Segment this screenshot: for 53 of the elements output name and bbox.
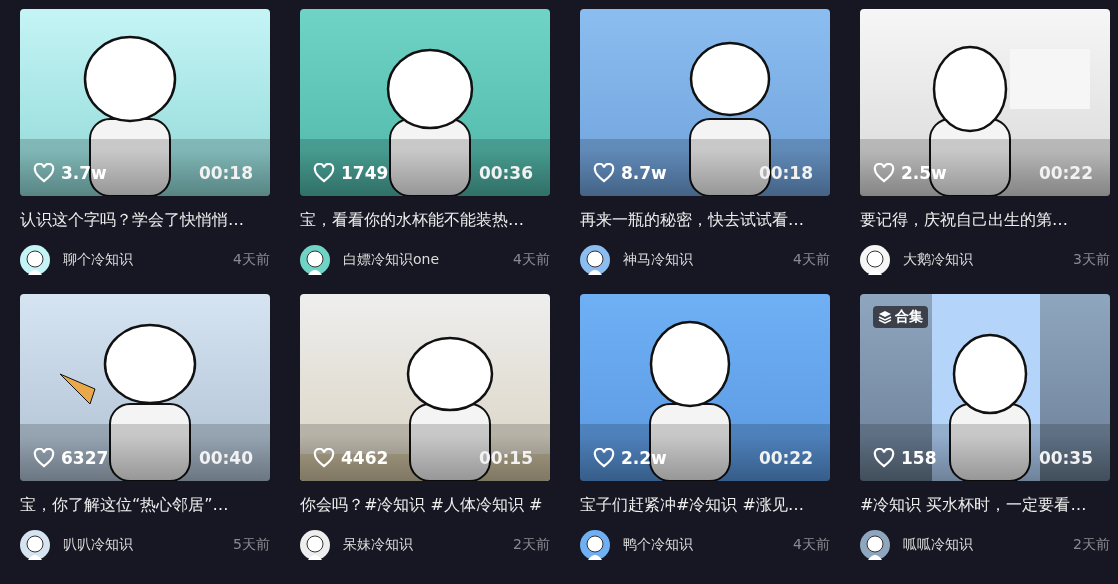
video-duration: 00:35 [1038, 448, 1093, 468]
heart-icon[interactable] [873, 163, 895, 183]
avatar[interactable] [20, 245, 50, 275]
avatar[interactable] [300, 245, 330, 275]
video-duration: 00:40 [198, 448, 253, 468]
post-time: 3天前 [1073, 251, 1110, 269]
heart-icon[interactable] [593, 163, 615, 183]
heart-icon[interactable] [313, 163, 335, 183]
heart-icon[interactable] [313, 448, 335, 468]
heart-icon[interactable] [593, 448, 615, 468]
post-time: 2天前 [1073, 536, 1110, 554]
author-name[interactable]: 呆妹冷知识 [343, 536, 514, 554]
layers-icon [878, 310, 892, 324]
avatar[interactable] [860, 245, 890, 275]
author-name[interactable]: 白嫖冷知识one [343, 251, 514, 269]
like-count: 1749 [341, 163, 389, 183]
avatar[interactable] [580, 530, 610, 560]
video-title[interactable]: 认识这个字吗？学会了快悄悄… [20, 209, 270, 231]
video-duration: 00:22 [1038, 163, 1093, 183]
post-time: 4天前 [233, 251, 270, 269]
author-name[interactable]: 聊个冷知识 [63, 251, 234, 269]
author-name[interactable]: 呱呱冷知识 [903, 536, 1074, 554]
avatar[interactable] [860, 530, 890, 560]
video-duration: 00:36 [478, 163, 533, 183]
author-name[interactable]: 鸭个冷知识 [623, 536, 794, 554]
video-duration: 00:18 [198, 163, 253, 183]
post-time: 2天前 [513, 536, 550, 554]
post-time: 4天前 [793, 536, 830, 554]
post-time: 4天前 [793, 251, 830, 269]
heart-icon[interactable] [873, 448, 895, 468]
avatar[interactable] [580, 245, 610, 275]
like-count: 6327 [61, 448, 109, 468]
author-name[interactable]: 大鹅冷知识 [903, 251, 1074, 269]
video-duration: 00:22 [758, 448, 813, 468]
like-count: 158 [901, 448, 937, 468]
heart-icon[interactable] [33, 163, 55, 183]
post-time: 4天前 [513, 251, 550, 269]
video-title[interactable]: 要记得，庆祝自己出生的第… [860, 209, 1110, 231]
avatar[interactable] [20, 530, 50, 560]
avatar[interactable] [300, 530, 330, 560]
like-count: 4462 [341, 448, 389, 468]
video-title[interactable]: 宝子们赶紧冲#冷知识 #涨见… [580, 494, 830, 516]
heart-icon[interactable] [33, 448, 55, 468]
author-name[interactable]: 叭叭冷知识 [63, 536, 234, 554]
video-title[interactable]: #冷知识 买水杯时，一定要看… [860, 494, 1110, 516]
video-title[interactable]: 再来一瓶的秘密，快去试试看… [580, 209, 830, 231]
video-title[interactable]: 宝，你了解这位“热心邻居”… [20, 494, 270, 516]
like-count: 8.7w [621, 163, 667, 183]
author-name[interactable]: 神马冷知识 [623, 251, 794, 269]
video-title[interactable]: 宝，看看你的水杯能不能装热… [300, 209, 550, 231]
video-title[interactable]: 你会吗？#冷知识 #人体冷知识 # [300, 494, 550, 516]
post-time: 5天前 [233, 536, 270, 554]
collection-badge: 合集 [873, 306, 928, 328]
